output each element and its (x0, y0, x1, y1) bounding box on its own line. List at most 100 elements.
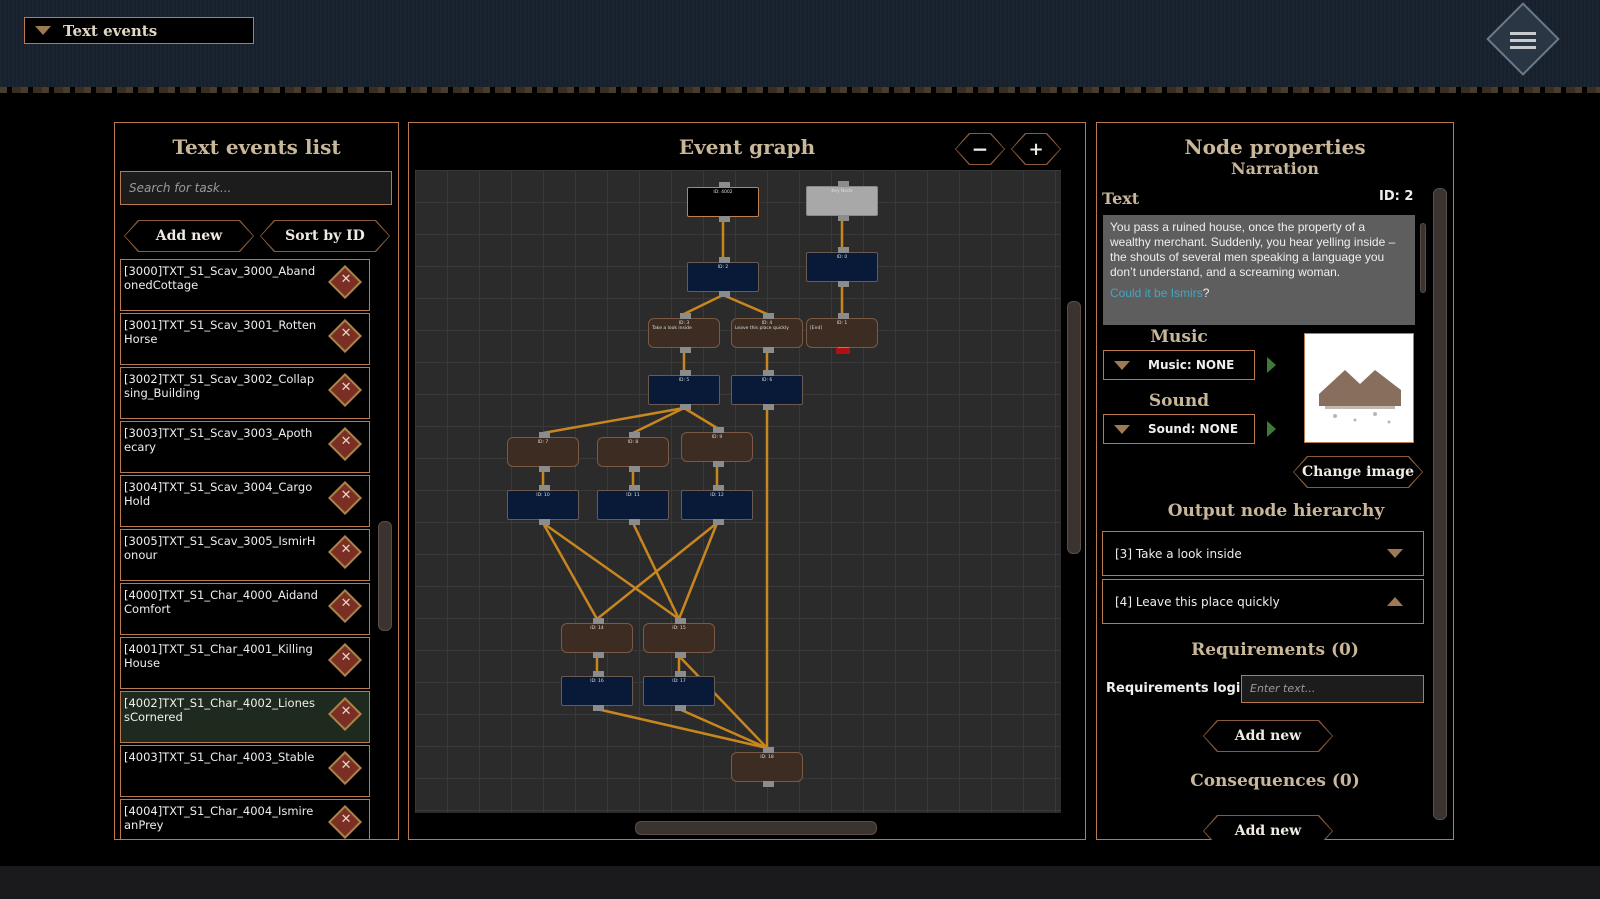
delete-icon[interactable] (328, 589, 362, 623)
delete-icon[interactable] (328, 697, 362, 731)
graph-node[interactable]: Key Node (806, 181, 878, 221)
graph-node[interactable]: ID: 11 (597, 485, 669, 525)
delete-icon[interactable] (328, 319, 362, 353)
graph-node[interactable]: ID: 14 (561, 618, 633, 658)
graph-node[interactable]: ID: 3 Take a look inside (648, 313, 720, 353)
input-port[interactable] (763, 313, 774, 319)
output-port[interactable] (629, 519, 640, 525)
delete-icon[interactable] (328, 265, 362, 299)
graph-canvas[interactable]: ID: 4002 Key Node ID: 2 ID: 0 ID: 3 Take a lo… (415, 170, 1061, 813)
output-port[interactable] (680, 404, 691, 410)
output-port[interactable] (539, 519, 550, 525)
graph-node[interactable]: ID: 8 (597, 432, 669, 472)
graph-node[interactable]: ID: 2 (687, 257, 759, 297)
graph-node[interactable]: ID: 6 (731, 370, 803, 410)
output-port[interactable] (763, 347, 774, 353)
input-port[interactable] (680, 313, 691, 319)
output-port[interactable] (713, 461, 724, 467)
output-port[interactable] (675, 705, 686, 711)
list-item[interactable]: [3003]TXT_S1_Scav_3003_Apothecary (120, 421, 370, 473)
delete-icon[interactable] (328, 481, 362, 515)
output-node-item[interactable]: [3] Take a look inside (1102, 531, 1424, 576)
output-port[interactable] (838, 215, 849, 221)
change-image-button[interactable]: Change image (1293, 456, 1423, 488)
list-item[interactable]: [3002]TXT_S1_Scav_3002_Collapsing_Buildi… (120, 367, 370, 419)
requirements-logic-input[interactable]: Enter text... (1241, 675, 1424, 703)
list-item[interactable]: [4002]TXT_S1_Char_4002_LionessCornered (120, 691, 370, 743)
delete-icon[interactable] (328, 751, 362, 785)
input-port[interactable] (713, 427, 724, 433)
output-port[interactable] (838, 281, 849, 287)
delete-icon[interactable] (328, 535, 362, 569)
graph-vertical-scrollbar[interactable] (1067, 301, 1081, 554)
graph-node[interactable]: ID: 7 (507, 432, 579, 472)
input-port[interactable] (763, 747, 774, 753)
music-dropdown[interactable]: Music: NONE (1103, 350, 1255, 380)
delete-icon[interactable] (328, 427, 362, 461)
output-port[interactable] (719, 216, 730, 222)
list-item[interactable]: [3004]TXT_S1_Scav_3004_CargoHold (120, 475, 370, 527)
chevron-up-icon[interactable] (1387, 597, 1403, 606)
output-port[interactable] (763, 781, 774, 787)
search-input[interactable]: Search for task... (120, 171, 392, 205)
input-port[interactable] (838, 313, 849, 319)
chevron-down-icon[interactable] (1387, 549, 1403, 558)
list-item[interactable]: [4004]TXT_S1_Char_4004_IsmireanPrey (120, 799, 370, 839)
add-new-button[interactable]: Add new (124, 220, 254, 252)
input-port[interactable] (838, 247, 849, 253)
output-port[interactable] (719, 291, 730, 297)
input-port[interactable] (763, 370, 774, 376)
input-port[interactable] (680, 370, 691, 376)
list-scrollbar[interactable] (378, 521, 392, 631)
input-port[interactable] (675, 671, 686, 677)
graph-node[interactable]: ID: 17 (643, 671, 715, 711)
input-port[interactable] (838, 181, 849, 187)
input-port[interactable] (713, 485, 724, 491)
graph-node[interactable]: ID: 1 [End] (806, 313, 878, 354)
output-port[interactable] (763, 404, 774, 410)
text-scrollbar[interactable] (1420, 223, 1426, 293)
list-item[interactable]: [4000]TXT_S1_Char_4000_AidandComfort (120, 583, 370, 635)
sound-dropdown[interactable]: Sound: NONE (1103, 414, 1255, 444)
list-item[interactable]: [4001]TXT_S1_Char_4001_KillingHouse (120, 637, 370, 689)
input-port[interactable] (629, 432, 640, 438)
input-port[interactable] (539, 485, 550, 491)
graph-node[interactable]: ID: 9 (681, 427, 753, 467)
add-requirement-button[interactable]: Add new (1203, 720, 1333, 752)
output-port[interactable] (593, 652, 604, 658)
graph-node[interactable]: ID: 10 (507, 485, 579, 525)
graph-node[interactable]: ID: 0 (806, 247, 878, 287)
properties-scrollbar[interactable] (1433, 188, 1447, 820)
list-item[interactable]: [4003]TXT_S1_Char_4003_Stable (120, 745, 370, 797)
list-item[interactable]: [3001]TXT_S1_Scav_3001_RottenHorse (120, 313, 370, 365)
delete-icon[interactable] (328, 373, 362, 407)
output-port[interactable] (593, 705, 604, 711)
add-consequence-button[interactable]: Add new (1203, 815, 1333, 840)
play-sound-icon[interactable] (1267, 421, 1276, 437)
input-port[interactable] (675, 618, 686, 624)
output-port[interactable] (713, 519, 724, 525)
input-port[interactable] (539, 432, 550, 438)
delete-icon[interactable] (328, 805, 362, 839)
text-link[interactable]: Could it be Ismirs (1110, 286, 1203, 300)
output-port[interactable] (539, 466, 550, 472)
graph-node[interactable]: ID: 4002 (687, 182, 759, 222)
input-port[interactable] (593, 618, 604, 624)
play-music-icon[interactable] (1267, 357, 1276, 373)
event-type-dropdown[interactable]: Text events (24, 17, 254, 44)
sort-by-id-button[interactable]: Sort by ID (260, 220, 390, 252)
node-text-area[interactable]: You pass a ruined house, once the proper… (1103, 215, 1415, 325)
input-port[interactable] (629, 485, 640, 491)
output-port[interactable] (680, 347, 691, 353)
graph-node[interactable]: ID: 18 (731, 747, 803, 787)
graph-node[interactable]: ID: 16 (561, 671, 633, 711)
graph-node[interactable]: ID: 5 (648, 370, 720, 410)
graph-horizontal-scrollbar[interactable] (635, 821, 877, 835)
input-port[interactable] (719, 257, 730, 263)
delete-icon[interactable] (328, 643, 362, 677)
graph-node[interactable]: ID: 12 (681, 485, 753, 525)
input-port[interactable] (593, 671, 604, 677)
output-port[interactable] (629, 466, 640, 472)
output-node-item[interactable]: [4] Leave this place quickly (1102, 579, 1424, 624)
list-item[interactable]: [3005]TXT_S1_Scav_3005_IsmirHonour (120, 529, 370, 581)
